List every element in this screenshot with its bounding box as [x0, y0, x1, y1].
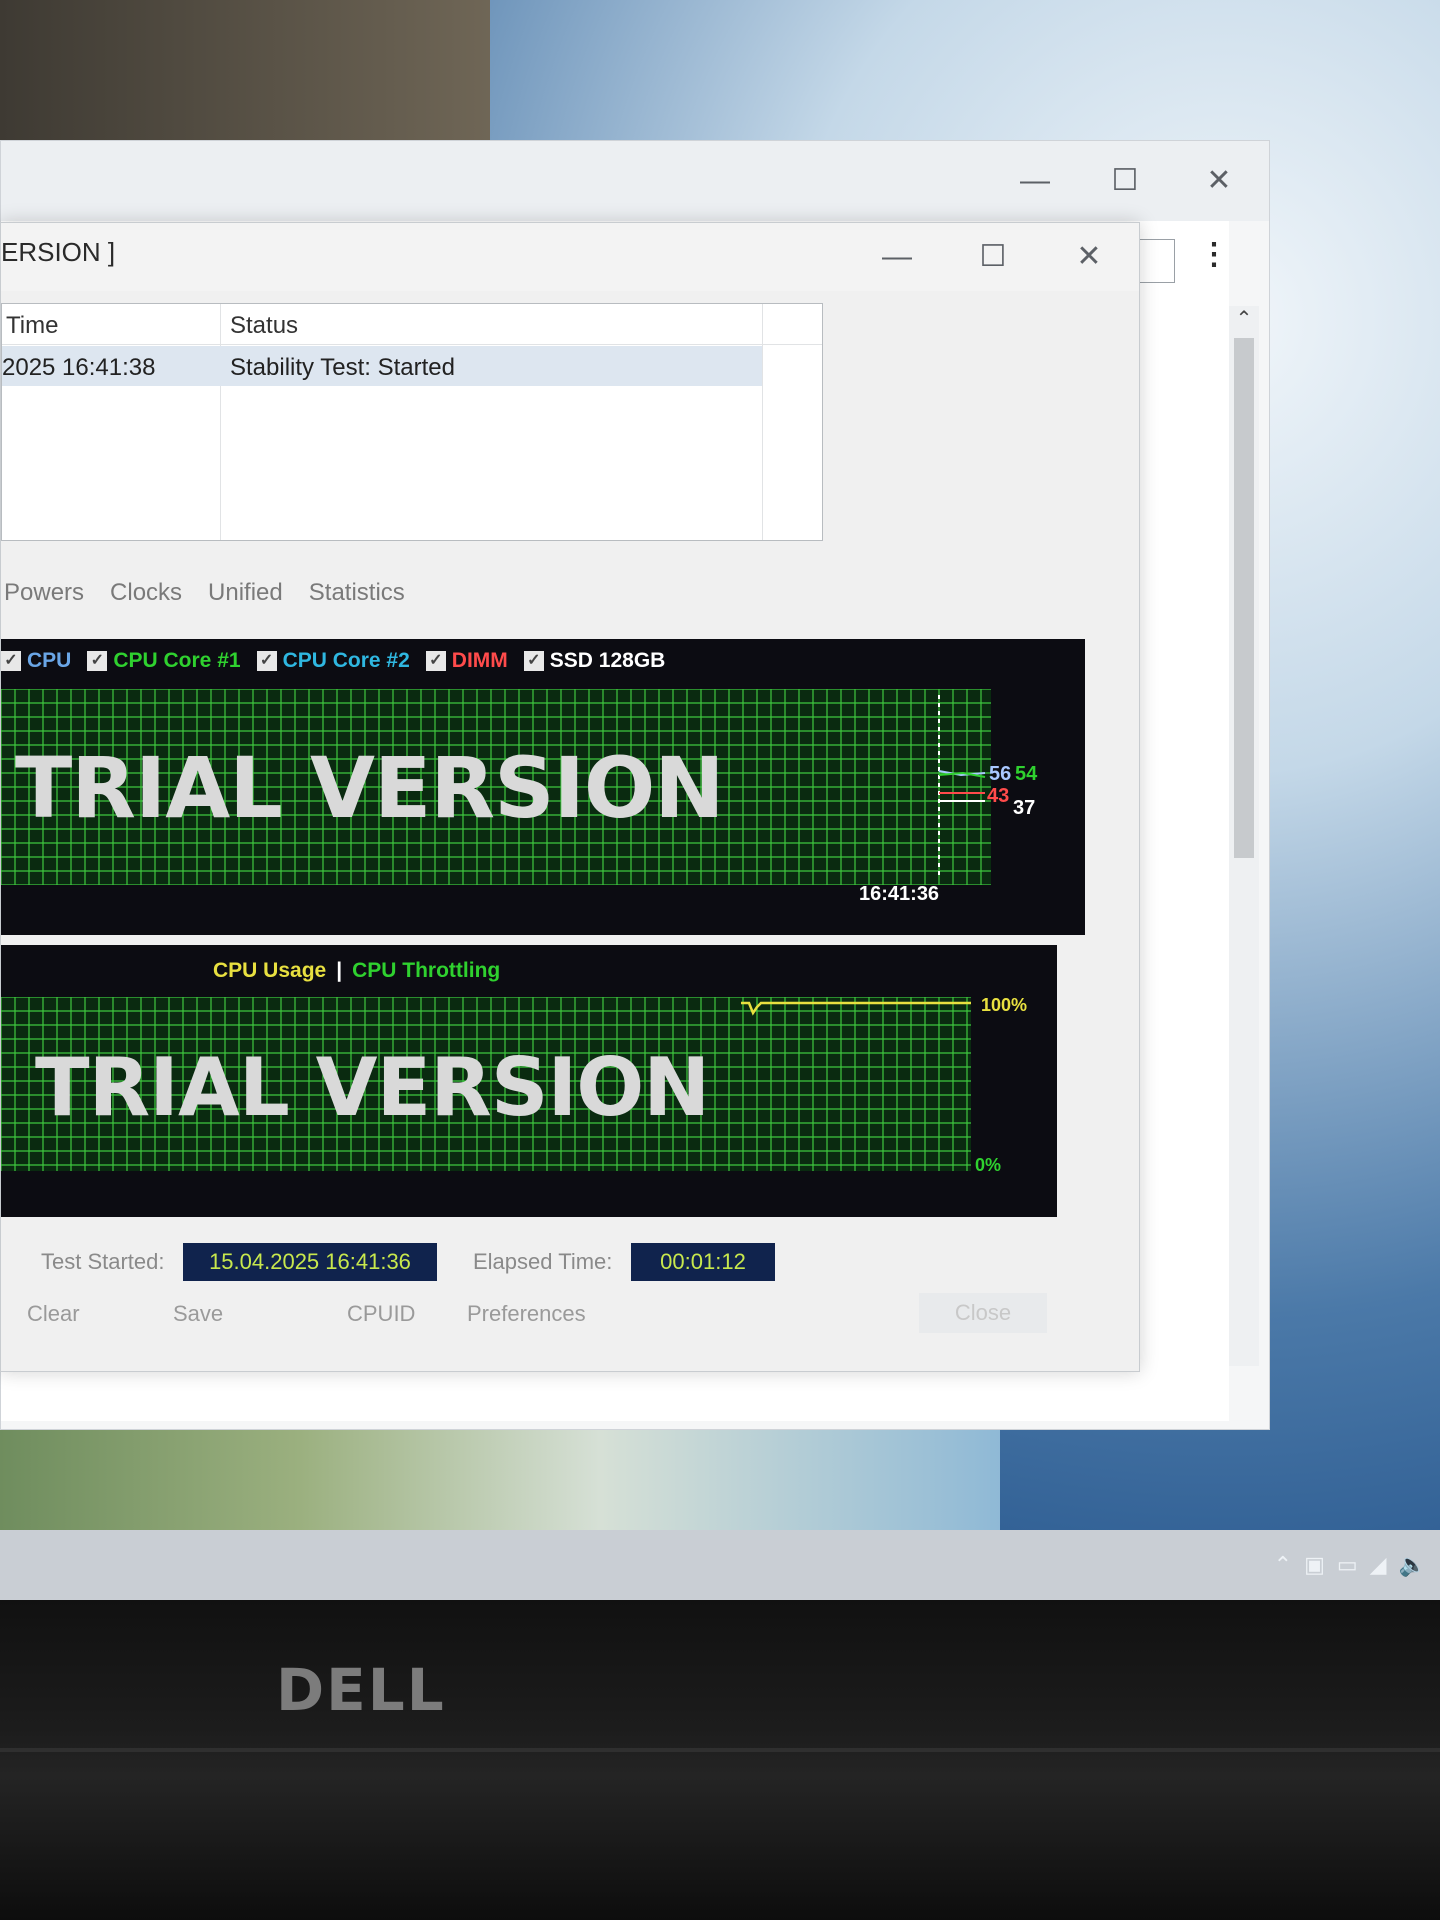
- back-close-button[interactable]: ✕: [1199, 161, 1239, 201]
- kebab-menu-icon[interactable]: ⋮: [1199, 237, 1229, 272]
- preferences-button[interactable]: Preferences: [467, 1301, 586, 1327]
- taskbar: ⌃ ▣ ▭ ◢ 🔈: [0, 1530, 1440, 1600]
- legend-item-dimm[interactable]: ✓ DIMM: [425, 649, 508, 673]
- table-row[interactable]: 2025 16:41:38 Stability Test: Started: [2, 346, 762, 386]
- log-table-header: Time Status: [2, 304, 822, 345]
- temperature-chart-panel: ✓ CPU ✓ CPU Core #1 ✓ CPU Core #2 ✓ DIMM…: [1, 639, 1085, 935]
- usage-legend: CPU Usage | CPU Throttling: [213, 959, 500, 983]
- readout-cpu-core: 54: [1015, 763, 1038, 785]
- background-object: [0, 0, 490, 150]
- column-divider: [220, 304, 221, 540]
- maximize-button[interactable]: ☐: [973, 237, 1013, 277]
- battery-icon[interactable]: ▭: [1337, 1552, 1358, 1578]
- close-button[interactable]: ✕: [1069, 237, 1109, 277]
- scroll-thumb[interactable]: [1234, 338, 1254, 858]
- row-status: Stability Test: Started: [230, 354, 455, 381]
- scroll-up-icon[interactable]: ⌃: [1229, 306, 1259, 336]
- legend-cpu-usage[interactable]: CPU Usage: [213, 959, 326, 983]
- usage-chart-panel: CPU Usage | CPU Throttling TRIAL VERSION…: [1, 945, 1057, 1217]
- clear-button[interactable]: Clear: [27, 1301, 80, 1327]
- scrollbar[interactable]: ⌃: [1229, 306, 1259, 1366]
- test-started-value: 15.04.2025 16:41:36: [183, 1243, 437, 1281]
- back-minimize-button[interactable]: —: [1015, 161, 1055, 201]
- checkbox-checked-icon[interactable]: ✓: [256, 651, 277, 671]
- status-row: Test Started: 15.04.2025 16:41:36 Elapse…: [1, 1239, 1101, 1287]
- elapsed-time-value: 00:01:12: [631, 1243, 775, 1281]
- checkbox-checked-icon[interactable]: ✓: [87, 651, 108, 671]
- stability-test-window: ERSION ] — ☐ ✕ Time Status 2025 16:41:38…: [0, 222, 1140, 1372]
- readout-cpu: 56: [989, 763, 1012, 785]
- column-header-time[interactable]: Time: [6, 312, 58, 340]
- window-title: ERSION ]: [1, 237, 116, 267]
- legend-label: SSD 128GB: [549, 649, 666, 672]
- column-header-status[interactable]: Status: [230, 312, 298, 340]
- checkbox-checked-icon[interactable]: ✓: [425, 651, 446, 671]
- checkbox-checked-icon[interactable]: ✓: [1, 651, 21, 671]
- legend-cpu-throttling[interactable]: CPU Throttling: [352, 959, 500, 983]
- wallpaper-landscape: [0, 1420, 1000, 1530]
- network-icon[interactable]: ▣: [1304, 1552, 1325, 1578]
- window-body: Time Status 2025 16:41:38 Stability Test…: [1, 291, 1139, 1371]
- save-button[interactable]: Save: [173, 1301, 223, 1327]
- row-time: 2025 16:41:38: [2, 354, 156, 381]
- wifi-icon[interactable]: ◢: [1370, 1552, 1387, 1578]
- system-tray: ⌃ ▣ ▭ ◢ 🔈: [1274, 1552, 1426, 1578]
- tab-powers[interactable]: Powers: [1, 579, 87, 619]
- y-min-label: 0%: [975, 1155, 1002, 1175]
- close-window-button[interactable]: Close: [919, 1293, 1047, 1333]
- minimize-button[interactable]: —: [877, 237, 917, 277]
- readout-ssd: 37: [1013, 797, 1036, 819]
- back-titlebar: — ☐ ✕: [1, 141, 1269, 221]
- button-row: Clear Save CPUID Preferences Close: [1, 1293, 1101, 1341]
- legend-item-ssd[interactable]: ✓ SSD 128GB: [523, 649, 666, 673]
- window-titlebar: ERSION ] — ☐ ✕: [1, 223, 1139, 291]
- cpuid-button[interactable]: CPUID: [347, 1301, 415, 1327]
- legend-label: CPU Core #2: [282, 649, 410, 672]
- legend-label: DIMM: [451, 649, 508, 672]
- log-table: Time Status 2025 16:41:38 Stability Test…: [1, 303, 823, 541]
- y-max-label: 100%: [981, 995, 1028, 1015]
- legend-item-cpu-core-2[interactable]: ✓ CPU Core #2: [256, 649, 410, 673]
- trial-watermark: TRIAL VERSION: [35, 1041, 710, 1134]
- readout-dimm: 43: [987, 785, 1010, 807]
- chevron-up-icon[interactable]: ⌃: [1274, 1552, 1292, 1578]
- legend-separator: |: [336, 959, 343, 982]
- trial-watermark: TRIAL VERSION: [15, 739, 725, 837]
- column-divider: [762, 304, 763, 540]
- volume-icon[interactable]: 🔈: [1399, 1552, 1426, 1578]
- laptop-bezel: DELL: [0, 1600, 1440, 1920]
- legend-label: CPU Core #1: [113, 649, 241, 672]
- tab-bar: Powers Clocks Unified Statistics: [1, 579, 408, 619]
- test-started-label: Test Started:: [41, 1249, 165, 1274]
- tab-statistics[interactable]: Statistics: [306, 579, 408, 619]
- checkbox-checked-icon[interactable]: ✓: [523, 651, 544, 671]
- temperature-legend: ✓ CPU ✓ CPU Core #1 ✓ CPU Core #2 ✓ DIMM…: [1, 649, 665, 673]
- bezel-divider: [0, 1748, 1440, 1752]
- back-maximize-button[interactable]: ☐: [1105, 161, 1145, 201]
- tab-clocks[interactable]: Clocks: [107, 579, 185, 619]
- legend-item-cpu-core-1[interactable]: ✓ CPU Core #1: [87, 649, 241, 673]
- dell-logo: DELL: [276, 1656, 446, 1724]
- time-axis-label: 16:41:36: [859, 883, 940, 905]
- legend-label: CPU: [27, 649, 72, 672]
- legend-item-cpu[interactable]: ✓ CPU: [1, 649, 71, 673]
- elapsed-time-label: Elapsed Time:: [473, 1249, 613, 1274]
- tab-unified[interactable]: Unified: [205, 579, 286, 619]
